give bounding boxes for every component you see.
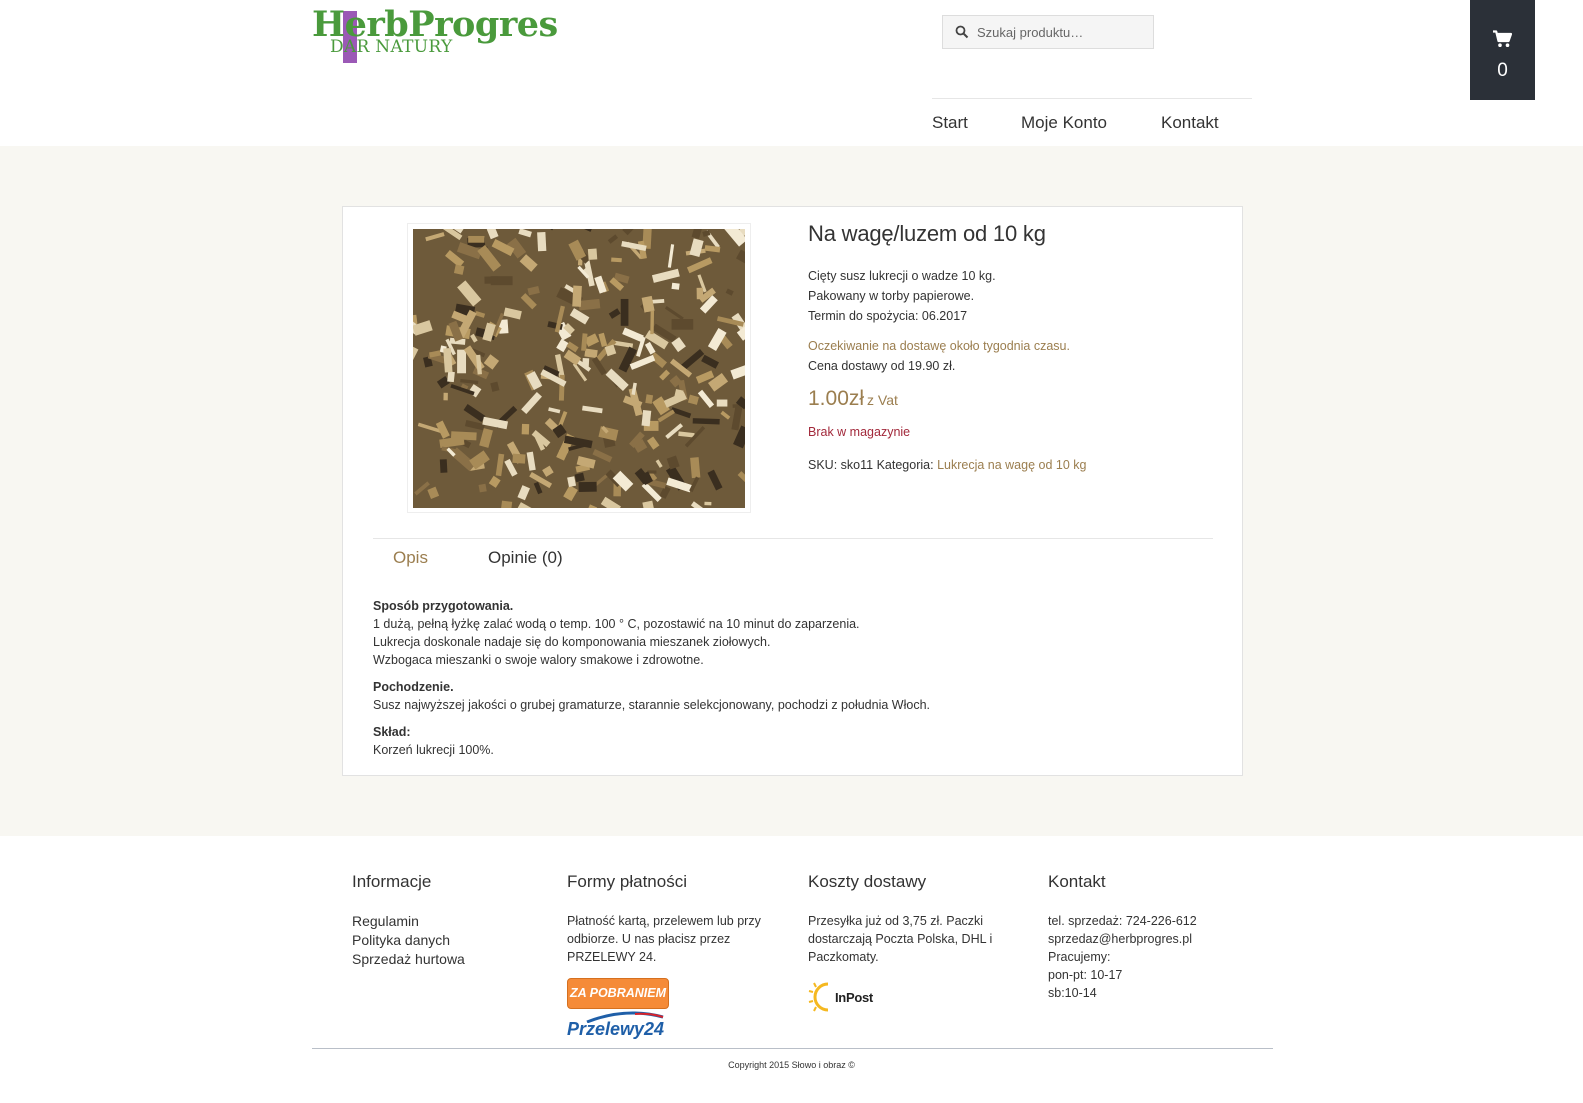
footer-divider	[312, 1048, 1273, 1049]
nav-item-kontakt[interactable]: Kontakt	[1161, 113, 1219, 133]
product-title: Na wagę/luzem od 10 kg	[808, 221, 1046, 246]
licorice-chips-image	[413, 229, 745, 508]
footer-info-column: Informacje Regulamin Polityka danych Spr…	[352, 872, 465, 969]
product-short-description: Cięty susz lukrecji o wadze 10 kg. Pakow…	[808, 269, 996, 323]
shipping-text: Przesyłka już od 3,75 zł. Paczki dostarc…	[808, 914, 993, 964]
category-link[interactable]: Lukrecja na wagę od 10 kg	[937, 458, 1086, 472]
site-footer: Informacje Regulamin Polityka danych Spr…	[0, 836, 1583, 1103]
cart-button[interactable]: 0	[1470, 0, 1535, 100]
footer-shipping-title: Koszty dostawy	[808, 872, 927, 891]
main-nav: Start Moje Konto Kontakt	[932, 98, 1252, 146]
logo-title: HerbProgres	[312, 4, 558, 45]
site-header: HerbProgres DAR NATURY Start Moje Konto …	[0, 0, 1583, 146]
price-amount: 1.00zł	[808, 387, 865, 410]
product-card: Na wagę/luzem od 10 kg Cięty susz lukrec…	[342, 206, 1243, 776]
delivery-wait-note: Oczekiwanie na dostawę około tygodnia cz…	[808, 339, 1070, 353]
composition-heading: Skład:	[373, 725, 411, 739]
delivery-info: Oczekiwanie na dostawę około tygodnia cz…	[808, 336, 1070, 376]
inpost-logo: InPost	[808, 980, 1023, 1014]
nav-item-moje-konto[interactable]: Moje Konto	[1021, 113, 1107, 133]
product-meta: SKU: sko11 Kategoria: Lukrecja na wagę o…	[808, 458, 1087, 472]
contact-details: tel. sprzedaż: 724-226-612 sprzedaz@herb…	[1048, 912, 1263, 1002]
inpost-sun-icon	[808, 982, 829, 1012]
prep-heading: Sposób przygotowania.	[373, 599, 514, 613]
footer-link-regulamin[interactable]: Regulamin	[352, 912, 465, 931]
stock-status: Brak w magazynie	[808, 425, 911, 439]
nav-item-start[interactable]: Start	[932, 113, 968, 133]
cart-count: 0	[1497, 60, 1508, 81]
site-logo[interactable]: HerbProgres DAR NATURY	[312, 4, 558, 66]
product-tabs: Opis Opinie (0)	[373, 538, 1213, 586]
footer-info-title: Informacje	[352, 872, 432, 891]
tab-opis[interactable]: Opis	[393, 548, 428, 568]
cart-icon	[1493, 30, 1512, 47]
price-vat-label: z Vat	[867, 392, 898, 408]
copyright: Copyright 2015 Słowo i obraz ©	[728, 1060, 855, 1070]
footer-payment-column: Formy płatności Płatność kartą, przelewe…	[567, 872, 782, 1041]
footer-shipping-column: Koszty dostawy Przesyłka już od 3,75 zł.…	[808, 872, 1023, 1014]
footer-link-hurtowa[interactable]: Sprzedaż hurtowa	[352, 950, 465, 969]
product-price: 1.00zł z Vat	[808, 387, 898, 411]
search-input[interactable]	[977, 24, 1137, 40]
search-box[interactable]	[942, 15, 1154, 49]
payment-text: Płatność kartą, przelewem lub przy odbio…	[567, 914, 761, 964]
footer-payment-title: Formy płatności	[567, 872, 687, 891]
cash-on-delivery-badge: ZA POBRANIEM	[567, 978, 669, 1009]
origin-heading: Pochodzenie.	[373, 680, 454, 694]
footer-link-polityka[interactable]: Polityka danych	[352, 931, 465, 950]
product-image[interactable]	[407, 223, 751, 513]
product-sku: sko11	[840, 458, 874, 472]
product-description: Sposób przygotowania. 1 dużą, pełną łyżk…	[373, 597, 1213, 768]
footer-contact-title: Kontakt	[1048, 872, 1106, 891]
przelewy24-logo: Przelewy24	[567, 1011, 667, 1041]
shipping-price-note: Cena dostawy od 19.90 zł.	[808, 359, 956, 373]
tab-opinie[interactable]: Opinie (0)	[488, 548, 563, 568]
main-content-area: Na wagę/luzem od 10 kg Cięty susz lukrec…	[0, 146, 1583, 836]
contact-phone: tel. sprzedaż: 724-226-612	[1048, 914, 1197, 928]
search-icon	[955, 25, 969, 39]
contact-email[interactable]: sprzedaz@herbprogres.pl	[1048, 930, 1263, 948]
footer-contact-column: Kontakt tel. sprzedaż: 724-226-612 sprze…	[1048, 872, 1263, 1002]
